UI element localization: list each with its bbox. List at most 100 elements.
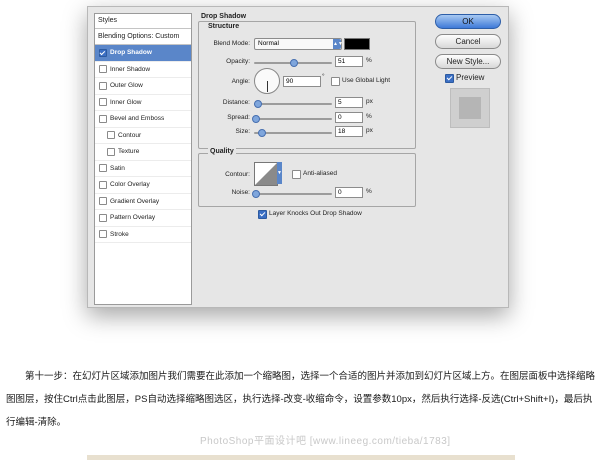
style-item-9[interactable]: Gradient Overlay [95,194,191,210]
contour-dropdown-icon[interactable]: ▼ [277,162,282,184]
style-item-label: Outer Glow [110,82,143,89]
preview-label: Preview [456,73,485,82]
opacity-input[interactable]: 51 [335,56,363,67]
style-item-checkbox[interactable] [99,81,107,90]
style-item-label: Gradient Overlay [110,197,160,205]
style-item-label: Contour [118,131,142,139]
ok-button[interactable]: OK [435,14,501,29]
opacity-label: Opacity: [226,58,250,65]
style-item-checkbox[interactable] [99,114,107,123]
anti-aliased-checkbox[interactable] [292,170,301,179]
distance-unit: px [366,98,373,105]
size-input[interactable]: 18 [335,126,363,137]
style-item-0[interactable]: Drop Shadow [95,45,191,62]
distance-slider-thumb[interactable] [254,100,262,108]
style-item-11[interactable]: Stroke [95,227,191,243]
quality-title: Quality [208,148,236,155]
article-text: 第十一步：在幻灯片区域添加图片我们需要在此添加一个缩略图，选择一个合适的图片并添… [6,371,596,428]
noise-input[interactable]: 0 [335,187,363,198]
quality-group [198,153,416,207]
use-global-light-label: Use Global Light [342,77,391,84]
size-slider-thumb[interactable] [258,129,266,137]
spread-label: Spread: [227,114,250,121]
layer-knocks-out-label: Layer Knocks Out Drop Shadow [269,210,362,217]
style-item-checkbox[interactable] [99,180,107,189]
drop-shadow-title: Drop Shadow [201,13,247,20]
noise-unit: % [366,188,372,195]
contour-linear-icon [255,163,277,185]
structure-title: Structure [208,23,240,30]
blend-mode-value: Normal [258,40,279,47]
style-item-10[interactable]: Pattern Overlay [95,210,191,227]
angle-input[interactable]: 90 [283,76,321,87]
opacity-slider[interactable] [254,59,332,67]
preview-thumbnail [450,88,490,128]
angle-dial[interactable] [254,68,280,94]
use-global-light-checkbox[interactable] [331,77,340,86]
style-item-label: Drop Shadow [110,49,152,56]
spread-input[interactable]: 0 [335,112,363,123]
style-item-4[interactable]: Bevel and Emboss [95,111,191,128]
style-item-6[interactable]: Texture [95,144,191,161]
cancel-button[interactable]: Cancel [435,34,501,49]
style-item-7[interactable]: Satin [95,161,191,177]
spread-slider-thumb[interactable] [252,115,260,123]
angle-dial-needle [267,81,268,92]
contour-label: Contour: [225,171,250,178]
style-item-checkbox[interactable] [107,147,115,156]
style-item-label: Inner Shadow [110,65,151,73]
size-slider[interactable] [254,129,332,137]
shadow-color-swatch[interactable] [344,38,370,50]
style-item-label: Inner Glow [110,98,142,106]
style-item-1[interactable]: Inner Shadow [95,62,191,78]
style-item-checkbox[interactable] [99,65,107,74]
style-item-checkbox[interactable] [99,164,107,173]
spread-slider[interactable] [252,115,332,123]
style-item-checkbox[interactable] [99,197,107,206]
style-item-label: Bevel and Emboss [110,115,165,122]
layer-knocks-out-checkbox[interactable] [258,210,267,219]
style-item-label: Stroke [110,230,129,238]
next-image-edge [87,455,515,460]
style-item-label: Pattern Overlay [110,214,156,221]
select-arrows-icon: ▲▼ [333,39,343,49]
style-item-checkbox[interactable] [107,131,115,140]
preview-checkbox[interactable] [445,74,454,83]
article-paragraph: 第十一步：在幻灯片区域添加图片我们需要在此添加一个缩略图，选择一个合适的图片并添… [6,365,601,434]
style-item-label: Texture [118,148,140,155]
noise-label: Noise: [231,189,250,196]
blend-mode-label: Blend Mode: [213,40,251,47]
angle-unit: ° [322,73,325,80]
style-item-checkbox[interactable] [99,230,107,239]
size-label: Size: [235,128,250,135]
distance-label: Distance: [222,99,250,106]
style-item-3[interactable]: Inner Glow [95,95,191,111]
distance-input[interactable]: 5 [335,97,363,108]
spread-unit: % [366,113,372,120]
blending-options-item[interactable]: Blending Options: Custom [95,29,191,45]
opacity-slider-thumb[interactable] [289,59,298,67]
style-item-label: Satin [110,164,125,172]
style-item-5[interactable]: Contour [95,128,191,144]
preview-shape [459,97,481,119]
layer-style-dialog: Styles Blending Options: Custom Drop Sha… [87,6,509,308]
styles-list: Styles Blending Options: Custom Drop Sha… [94,13,192,305]
new-style-button[interactable]: New Style... [435,54,501,69]
opacity-unit: % [366,57,372,64]
style-item-2[interactable]: Outer Glow [95,78,191,95]
style-item-checkbox[interactable] [99,98,107,107]
noise-slider[interactable] [252,190,332,198]
anti-aliased-label: Anti-aliased [303,170,337,177]
watermark-text: PhotoShop平面设计吧 [www.lineeg.com/tieba/178… [200,436,451,447]
size-unit: px [366,127,373,134]
style-item-label: Color Overlay [110,181,150,188]
contour-picker[interactable] [254,162,278,186]
blend-mode-select[interactable]: Normal ▲▼ [254,38,343,50]
style-item-checkbox[interactable] [99,48,107,57]
angle-label: Angle: [231,78,250,85]
style-item-checkbox[interactable] [99,213,107,222]
distance-slider[interactable] [254,100,332,108]
noise-slider-thumb[interactable] [252,190,260,198]
styles-header[interactable]: Styles [95,14,191,29]
style-item-8[interactable]: Color Overlay [95,177,191,194]
